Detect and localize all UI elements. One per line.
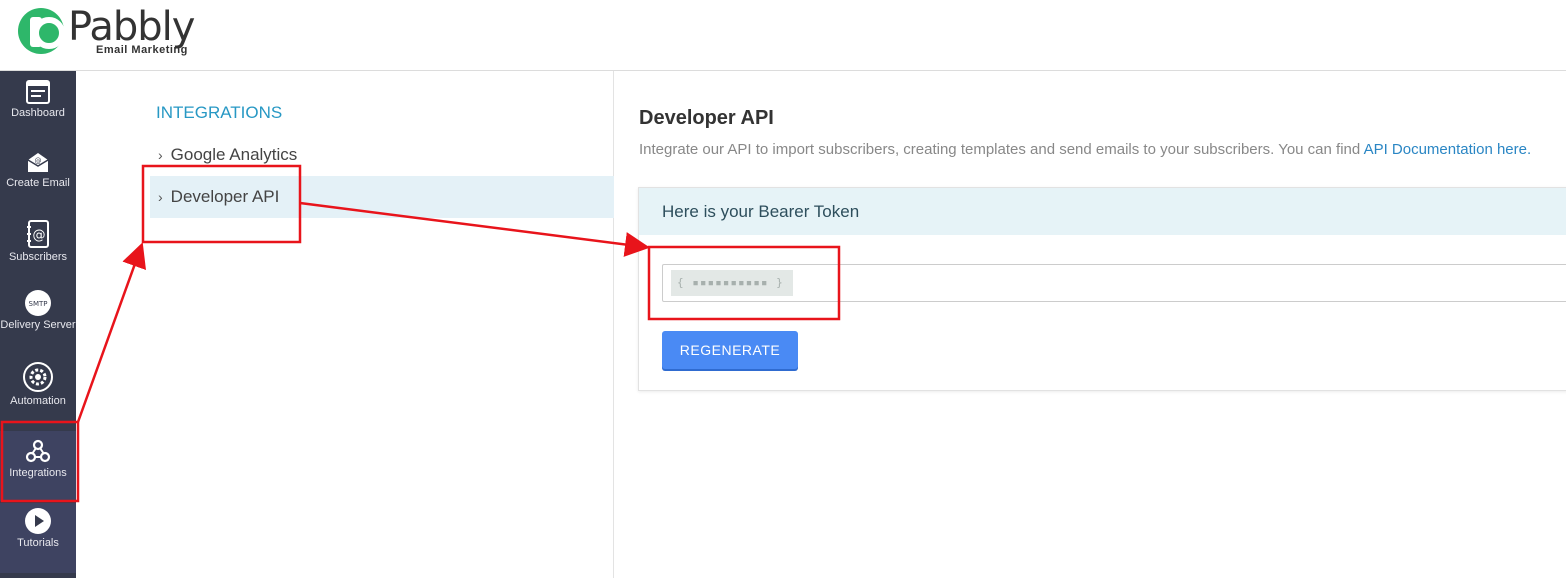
sidebar-item-label: Integrations bbox=[9, 467, 67, 479]
svg-text:SMTP: SMTP bbox=[29, 300, 48, 308]
integrations-subnav: INTEGRATIONS › Google Analytics › Develo… bbox=[76, 71, 614, 578]
bearer-token-card: Here is your Bearer Token { ▪▪▪▪▪▪▪▪▪▪ }… bbox=[638, 187, 1566, 391]
chevron-right-icon: › bbox=[158, 147, 163, 163]
subnav-item-label: Developer API bbox=[170, 187, 280, 206]
sidebar-item-label: Tutorials bbox=[17, 537, 59, 549]
subnav-item-developer-api[interactable]: › Developer API bbox=[150, 176, 614, 218]
subnav-title: INTEGRATIONS bbox=[156, 103, 283, 122]
sidebar-item-dashboard[interactable]: Dashboard bbox=[0, 79, 76, 149]
brand-name: Pabbly bbox=[68, 4, 195, 50]
card-title: Here is your Bearer Token bbox=[639, 188, 1566, 235]
svg-text:@: @ bbox=[35, 157, 42, 165]
sidebar-item-integrations[interactable]: Integrations bbox=[0, 431, 76, 501]
dashboard-icon bbox=[26, 80, 50, 104]
subnav-item-google-analytics[interactable]: › Google Analytics bbox=[150, 134, 614, 176]
sidebar-item-subscribers[interactable]: @ Subscribers bbox=[0, 219, 76, 289]
page-title: Developer API bbox=[639, 107, 774, 129]
webhook-icon bbox=[25, 439, 51, 463]
bearer-token-field[interactable]: { ▪▪▪▪▪▪▪▪▪▪ } bbox=[662, 264, 1566, 302]
svg-text:@: @ bbox=[33, 228, 46, 243]
sidebar: Dashboard @ Create Email @ Subscribers S… bbox=[0, 71, 76, 578]
sidebar-item-label: Delivery Server bbox=[0, 319, 76, 331]
smtp-icon: SMTP bbox=[25, 290, 51, 316]
sidebar-item-label: Dashboard bbox=[11, 107, 65, 119]
description-text: Integrate our API to import subscribers,… bbox=[639, 141, 1364, 158]
sidebar-item-tutorials[interactable]: Tutorials bbox=[0, 503, 76, 573]
app-header: Pabbly Email Marketing bbox=[0, 0, 1566, 71]
page-description: Integrate our API to import subscribers,… bbox=[639, 141, 1531, 158]
sidebar-item-label: Automation bbox=[10, 395, 66, 407]
sidebar-item-label: Create Email bbox=[6, 177, 70, 189]
pabbly-logo[interactable]: Pabbly Email Marketing bbox=[18, 4, 195, 56]
main-content: Developer API Integrate our API to impor… bbox=[614, 71, 1566, 578]
regenerate-button[interactable]: REGENERATE bbox=[662, 331, 798, 369]
brand-subtitle: Email Marketing bbox=[96, 44, 188, 56]
play-icon bbox=[25, 508, 51, 534]
sidebar-item-delivery-server[interactable]: SMTP Delivery Server bbox=[0, 289, 76, 359]
subnav-item-label: Google Analytics bbox=[170, 145, 298, 164]
sidebar-item-label: Subscribers bbox=[8, 251, 68, 263]
bearer-token-value: { ▪▪▪▪▪▪▪▪▪▪ } bbox=[671, 270, 793, 296]
envelope-icon: @ bbox=[27, 153, 49, 172]
chevron-right-icon: › bbox=[158, 189, 163, 205]
address-book-icon: @ bbox=[27, 220, 49, 248]
sidebar-item-create-email[interactable]: @ Create Email bbox=[0, 149, 76, 219]
sidebar-item-automation[interactable]: Automation bbox=[0, 361, 76, 431]
api-documentation-link[interactable]: API Documentation here. bbox=[1364, 141, 1532, 158]
pabbly-logo-icon bbox=[18, 8, 65, 54]
gear-icon bbox=[23, 362, 53, 392]
